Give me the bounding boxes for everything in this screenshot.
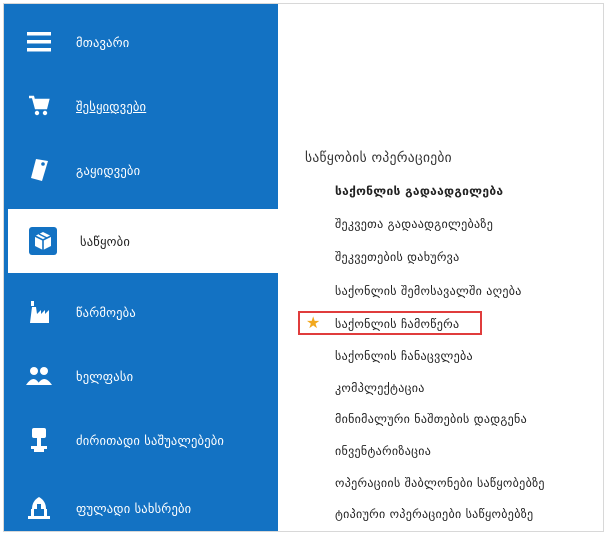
- sidebar-item-home[interactable]: მთავარი: [4, 10, 278, 74]
- link-goods-replacement[interactable]: საქონლის ჩანაცვლება: [335, 349, 473, 363]
- sidebar-item-label: მთავარი: [76, 34, 130, 50]
- sidebar: მთავარი შესყიდვები გაყიდვები საწყობი წარ…: [4, 4, 282, 531]
- box-icon: [28, 226, 58, 256]
- sidebar-item-label: ძირითადი საშუალებები: [76, 432, 225, 448]
- link-min-stock[interactable]: მინიმალური ნაშთების დადგენა: [335, 412, 527, 426]
- link-order-movement[interactable]: შეკვეთა გადაადგილებაზე: [335, 217, 493, 231]
- link-kitting[interactable]: კომპლექტაცია: [335, 381, 425, 395]
- sidebar-item-label: ფულადი სახსრები: [76, 500, 192, 516]
- link-inventory[interactable]: ინვენტარიზაცია: [335, 444, 431, 458]
- sidebar-item-label: შესყიდვები: [76, 98, 147, 114]
- app-frame: მთავარი შესყიდვები გაყიდვები საწყობი წარ…: [3, 3, 604, 532]
- link-goods-receipt[interactable]: საქონლის შემოსავალში აღება: [335, 284, 522, 298]
- factory-icon: [24, 297, 54, 327]
- sidebar-item-label: ხელფასი: [76, 368, 134, 384]
- sidebar-item-salary[interactable]: ხელფასი: [4, 344, 278, 408]
- section-title: საწყობის ოპერაციები: [305, 150, 452, 166]
- star-icon[interactable]: ★: [306, 313, 320, 332]
- sidebar-item-sales[interactable]: გაყიდვები: [4, 138, 278, 202]
- cart-icon: [24, 91, 54, 121]
- sidebar-item-purchases[interactable]: შესყიდვები: [4, 74, 278, 138]
- sidebar-item-label: წარმოება: [76, 304, 136, 320]
- link-order-closing[interactable]: შეკვეთების დახურვა: [335, 250, 460, 264]
- sidebar-item-label: გაყიდვები: [76, 162, 141, 178]
- link-goods-movement[interactable]: საქონლის გადაადგილება: [335, 184, 503, 198]
- podium-icon: [24, 425, 54, 455]
- sidebar-item-warehouse[interactable]: საწყობი: [8, 209, 282, 273]
- sidebar-item-cash[interactable]: ფულადი სახსრები: [4, 476, 278, 531]
- sidebar-item-production[interactable]: წარმოება: [4, 280, 278, 344]
- link-goods-writeoff[interactable]: საქონლის ჩამოწერა: [335, 317, 459, 331]
- link-typical-operations[interactable]: ტიპიური ოპერაციები საწყობებზე: [335, 507, 533, 521]
- bank-icon: [24, 493, 54, 523]
- people-icon: [24, 361, 54, 391]
- tag-icon: [24, 155, 54, 185]
- link-operation-templates[interactable]: ოპერაციის შაბლონები საწყობებზე: [335, 476, 545, 490]
- menu-icon[interactable]: [24, 27, 54, 57]
- sidebar-item-label: საწყობი: [80, 233, 130, 249]
- sidebar-item-fixed-assets[interactable]: ძირითადი საშუალებები: [4, 408, 278, 472]
- main-content: საწყობის ოპერაციები ★ საქონლის გადაადგილ…: [278, 4, 603, 531]
